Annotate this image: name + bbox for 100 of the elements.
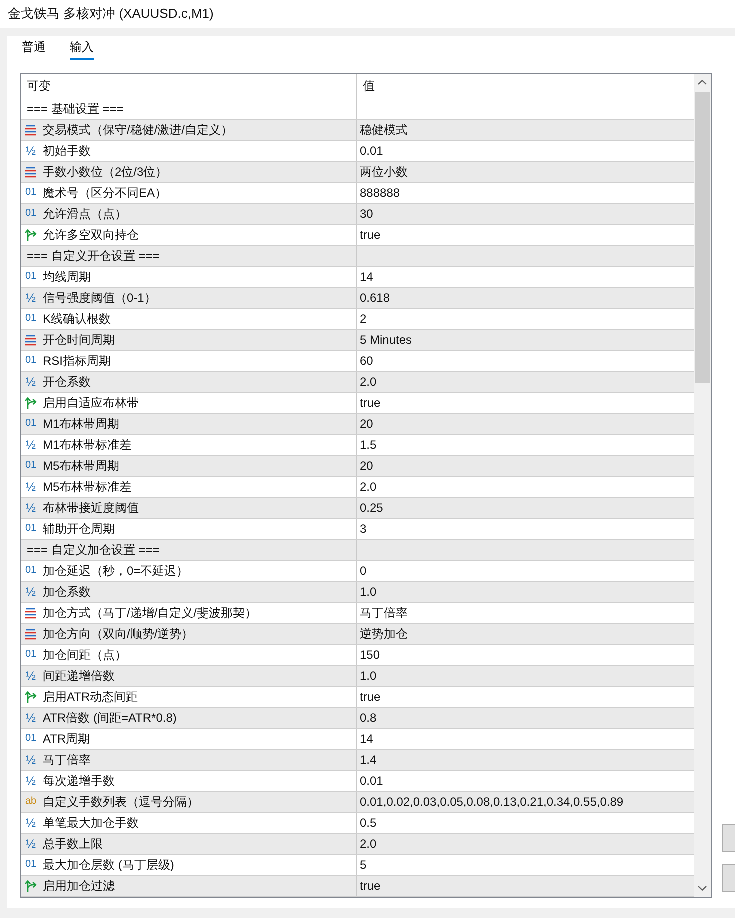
- parameter-name: ATR倍数 (间距=ATR*0.8): [43, 710, 177, 726]
- parameter-row[interactable]: 01 加仓延迟（秒，0=不延迟） 0: [21, 561, 694, 582]
- parameter-row[interactable]: 01 M1布林带周期 20: [21, 414, 694, 435]
- chevron-up-icon[interactable]: [698, 80, 707, 85]
- parameter-value[interactable]: 1.5: [360, 438, 377, 452]
- column-header[interactable]: 可变: [21, 74, 356, 99]
- parameter-row[interactable]: ½ 单笔最大加仓手数 0.5: [21, 813, 694, 834]
- chevron-down-icon[interactable]: [698, 886, 707, 891]
- parameter-value[interactable]: true: [360, 228, 381, 242]
- parameter-value[interactable]: 0.618: [360, 291, 390, 305]
- parameter-name: M5布林带周期: [43, 458, 120, 474]
- parameter-row[interactable]: ½ 初始手数 0.01: [21, 141, 694, 162]
- parameter-name: 手数小数位（2位/3位）: [43, 164, 168, 180]
- parameter-value[interactable]: 0.25: [360, 501, 384, 515]
- parameter-row[interactable]: 01 允许滑点（点） 30: [21, 204, 694, 225]
- parameter-row[interactable]: ½ M1布林带标准差 1.5: [21, 435, 694, 456]
- parameter-name: 总手数上限: [43, 836, 103, 852]
- parameter-value[interactable]: true: [360, 879, 381, 893]
- parameter-row[interactable]: 启用自适应布林带 true: [21, 393, 694, 414]
- parameter-value[interactable]: 0.01,0.02,0.03,0.05,0.08,0.13,0.21,0.34,0.55,0.89: [360, 795, 624, 809]
- scrollbar-thumb[interactable]: [695, 92, 710, 383]
- section-row[interactable]: === 自定义开仓设置 ===: [21, 246, 694, 267]
- parameter-value[interactable]: 2.0: [360, 837, 377, 851]
- parameter-row[interactable]: ½ 布林带接近度阈值 0.25: [21, 498, 694, 519]
- list-lines-icon: [25, 628, 37, 640]
- parameter-row[interactable]: 01 魔术号（区分不同EA） 888888: [21, 183, 694, 204]
- parameter-value[interactable]: 稳健模式: [360, 122, 408, 138]
- parameter-value[interactable]: 0.5: [360, 816, 377, 830]
- parameter-name: ATR周期: [43, 730, 90, 748]
- parameter-row[interactable]: ½ 马丁倍率 1.4: [21, 750, 694, 771]
- parameter-value[interactable]: 两位小数: [360, 164, 408, 180]
- parameter-row[interactable]: 01 M5布林带周期 20: [21, 456, 694, 477]
- parameter-value[interactable]: 0.8: [360, 711, 377, 725]
- parameter-row[interactable]: ½ 开仓系数 2.0: [21, 372, 694, 393]
- parameter-value[interactable]: 马丁倍率: [360, 604, 408, 622]
- parameter-row[interactable]: 加仓方向（双向/顺势/逆势） 逆势加仓: [21, 624, 694, 645]
- integer-type-icon: 01: [25, 565, 37, 577]
- section-row[interactable]: === 自定义加仓设置 ===: [21, 540, 694, 561]
- side-button[interactable]: [722, 864, 735, 892]
- parameter-row[interactable]: ab 自定义手数列表（逗号分隔） 0.01,0.02,0.03,0.05,0.08,0.13,0.21,0.34,0.55,0.89: [21, 792, 694, 813]
- parameter-row[interactable]: 启用ATR动态间距 true: [21, 687, 694, 708]
- parameter-row[interactable]: 交易模式（保守/稳健/激进/自定义） 稳健模式: [21, 120, 694, 141]
- integer-type-icon: 01: [25, 271, 37, 283]
- integer-type-icon: 01: [25, 187, 37, 199]
- parameter-value[interactable]: 888888: [360, 186, 400, 200]
- parameter-value[interactable]: 150: [360, 648, 380, 662]
- parameter-name: 单笔最大加仓手数: [43, 814, 139, 832]
- parameter-row[interactable]: ½ 每次递增手数 0.01: [21, 771, 694, 792]
- parameter-value[interactable]: 2.0: [360, 375, 377, 389]
- parameter-row[interactable]: 开仓时间周期 5 Minutes: [21, 330, 694, 351]
- parameter-row[interactable]: ½ ATR倍数 (间距=ATR*0.8) 0.8: [21, 708, 694, 729]
- parameter-value[interactable]: 1.0: [360, 585, 377, 599]
- parameter-name: 布林带接近度阈值: [43, 500, 139, 516]
- parameter-row[interactable]: 01 最大加仓层数 (马丁层级) 5: [21, 855, 694, 876]
- tab[interactable]: 输入: [70, 40, 94, 60]
- parameter-row[interactable]: 允许多空双向持仓 true: [21, 225, 694, 246]
- list-lines-icon: [25, 124, 37, 136]
- parameter-row[interactable]: 手数小数位（2位/3位） 两位小数: [21, 162, 694, 183]
- parameter-value[interactable]: true: [360, 396, 381, 410]
- parameter-row[interactable]: 01 辅助开仓周期 3: [21, 519, 694, 540]
- parameter-value[interactable]: true: [360, 690, 381, 704]
- parameter-name: 均线周期: [43, 268, 91, 286]
- parameter-value[interactable]: 1.0: [360, 669, 377, 683]
- parameter-row[interactable]: 加仓方式（马丁/递增/自定义/斐波那契） 马丁倍率: [21, 603, 694, 624]
- parameter-row[interactable]: ½ 总手数上限 2.0: [21, 834, 694, 855]
- integer-type-icon: 01: [25, 460, 37, 472]
- parameter-value[interactable]: 2: [360, 312, 367, 326]
- parameter-value[interactable]: 14: [360, 270, 374, 284]
- parameter-value[interactable]: 20: [360, 459, 374, 473]
- parameter-row[interactable]: ½ 加仓系数 1.0: [21, 582, 694, 603]
- tab[interactable]: 普通: [22, 40, 46, 60]
- vertical-scrollbar[interactable]: [694, 74, 711, 897]
- parameter-value[interactable]: 5 Minutes: [360, 333, 412, 347]
- fraction-type-icon: ½: [25, 439, 37, 451]
- parameter-value[interactable]: 逆势加仓: [360, 626, 408, 642]
- branch-arrow-icon: [25, 229, 37, 241]
- parameter-value[interactable]: 14: [360, 732, 374, 746]
- parameter-row[interactable]: 启用加仓过滤 true: [21, 876, 694, 897]
- parameter-value[interactable]: 2.0: [360, 480, 377, 494]
- parameter-name: 加仓延迟（秒，0=不延迟）: [43, 562, 189, 580]
- parameter-row[interactable]: 01 均线周期 14: [21, 267, 694, 288]
- parameter-value[interactable]: 0: [360, 564, 367, 578]
- parameter-value[interactable]: 30: [360, 207, 374, 221]
- parameter-value[interactable]: 0.01: [360, 144, 384, 158]
- integer-type-icon: 01: [25, 355, 37, 367]
- parameter-value[interactable]: 20: [360, 417, 374, 431]
- parameter-row[interactable]: ½ 信号强度阈值（0-1） 0.618: [21, 288, 694, 309]
- side-button[interactable]: [722, 824, 735, 852]
- parameter-value[interactable]: 5: [360, 858, 367, 872]
- parameter-value[interactable]: 3: [360, 522, 367, 536]
- parameter-row[interactable]: 01 ATR周期 14: [21, 729, 694, 750]
- parameter-name: 允许滑点（点）: [43, 206, 127, 222]
- parameter-row[interactable]: ½ M5布林带标准差 2.0: [21, 477, 694, 498]
- parameter-value[interactable]: 1.4: [360, 753, 377, 767]
- parameter-row[interactable]: ½ 间距递增倍数 1.0: [21, 666, 694, 687]
- parameter-value[interactable]: 0.01: [360, 774, 384, 788]
- parameter-row[interactable]: 01 RSI指标周期 60: [21, 351, 694, 372]
- parameter-row[interactable]: 01 加仓间距（点） 150: [21, 645, 694, 666]
- parameter-row[interactable]: 01 K线确认根数 2: [21, 309, 694, 330]
- parameter-value[interactable]: 60: [360, 354, 374, 368]
